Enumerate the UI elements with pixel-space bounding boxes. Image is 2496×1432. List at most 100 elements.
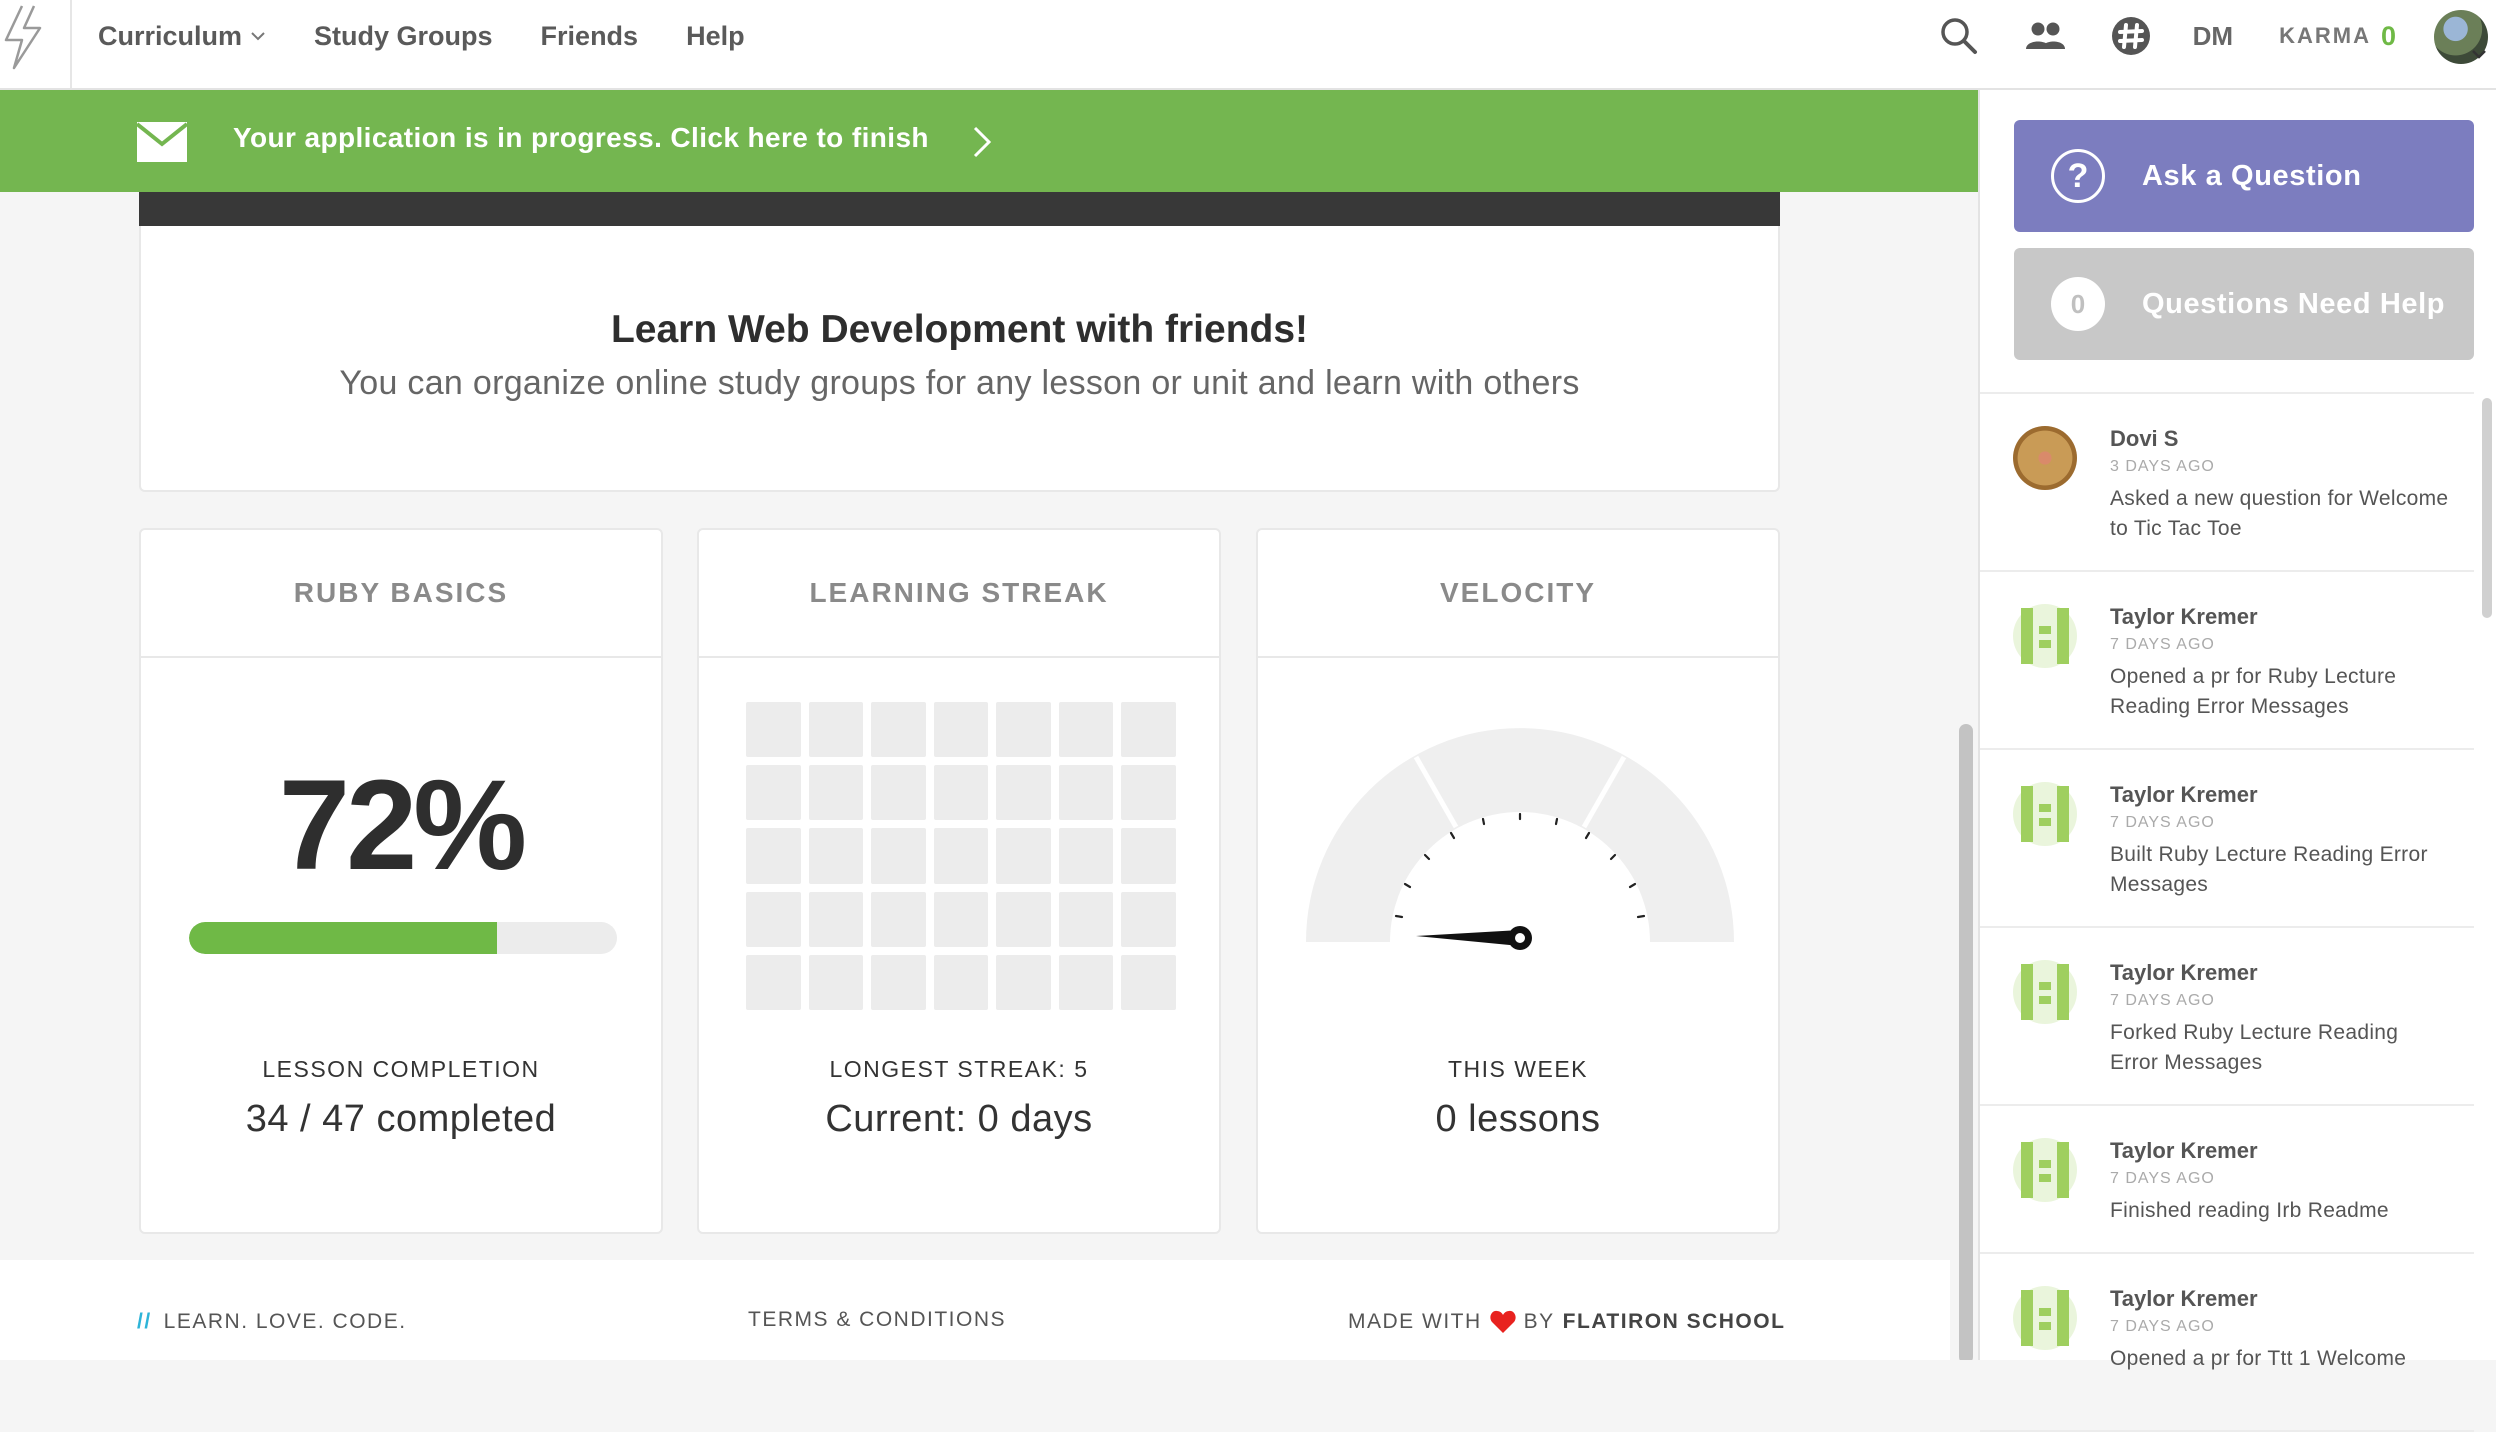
slack-button[interactable] [2109,16,2153,56]
streak-day-cell [996,828,1051,884]
streak-day-cell [746,828,801,884]
velocity-card: VELOCITY THIS WEEK 0 lessons [1256,528,1780,1234]
slashes-icon: // [137,1310,152,1333]
feed-user-name[interactable]: Taylor Kremer [2110,1138,2258,1164]
streak-day-cell [996,702,1051,758]
feed-user-name[interactable]: Taylor Kremer [2110,960,2258,986]
sidebar-scrollbar[interactable] [2478,398,2496,618]
help-count-badge: 0 [2051,277,2105,331]
ask-question-button[interactable]: ? Ask a Question [2014,120,2474,232]
feed-time: 7 DAYS AGO [2110,814,2215,831]
card-title: RUBY BASICS [141,530,661,658]
nav-help[interactable]: Help [686,21,745,52]
dm-button[interactable]: DM [2193,21,2233,52]
main-content: Learn Web Development with friends! You … [0,192,1978,1360]
header-strip [139,192,1780,226]
streak-day-cell [1121,702,1176,758]
user-menu[interactable] [2426,0,2496,72]
streak-day-cell [996,765,1051,821]
identicon-icon [2021,786,2069,842]
people-icon [2025,22,2065,49]
lightning-logo-icon [4,5,42,70]
feed-text: Opened a pr for Ruby Lecture Reading Err… [2110,665,2397,718]
nav-help-label: Help [686,20,745,51]
feed-user-name[interactable]: Taylor Kremer [2110,1286,2258,1312]
streak-day-cell [933,765,989,821]
karma-display[interactable]: KARMA 0 [2279,21,2396,52]
feed-text: Built Ruby Lecture Reading Error Message… [2110,843,2428,896]
card-value: 34 / 47 completed [245,1098,557,1140]
streak-day-cell [1058,765,1114,821]
feed-user-name[interactable]: Taylor Kremer [2110,782,2258,808]
feed-item[interactable]: Taylor Kremer 7 DAYS AGO Built Ruby Lect… [1980,750,2474,928]
streak-day-cell [933,954,989,1010]
mail-icon [137,122,187,162]
streak-day-cell [1058,891,1114,947]
friends-button[interactable] [2023,21,2067,51]
search-button[interactable] [1937,16,1981,56]
intro-title: Learn Web Development with friends! [610,308,1309,351]
footer-slogan: // LEARN. LOVE. CODE. [137,1310,407,1334]
heart-icon [1490,1310,1516,1333]
top-navbar: Curriculum Study Groups Friends Help DM … [0,0,2496,90]
identicon-avatar[interactable] [2013,604,2077,668]
streak-day-cell [871,702,926,758]
streak-day-cell [996,891,1051,947]
card-title: LEARNING STREAK [699,530,1219,658]
feed-item[interactable]: Taylor Kremer 7 DAYS AGO Opened a pr for… [1980,572,2474,750]
application-banner[interactable]: Your application is in progress. Click h… [0,90,1978,192]
feed-text: Finished reading Irb Readme [2110,1199,2389,1222]
feed-item[interactable]: Taylor Kremer 7 DAYS AGO Finished readin… [1980,1106,2474,1254]
streak-day-cell [871,891,926,947]
card-value: Current: 0 days [825,1098,1093,1140]
nav-study-groups-label: Study Groups [314,20,493,51]
streak-day-cell [1058,954,1114,1010]
streak-day-cell [996,954,1051,1010]
by-text: BY [1523,1310,1555,1333]
card-label: LONGEST STREAK: 5 [829,1056,1089,1082]
made-with-credit: MADE WITH BY FLATIRON SCHOOL [1348,1310,1785,1334]
feed-time: 7 DAYS AGO [2110,992,2215,1009]
karma-value: 0 [2380,20,2396,51]
slogan-text: LEARN. LOVE. CODE. [163,1310,407,1333]
company-name[interactable]: FLATIRON SCHOOL [1563,1310,1786,1334]
nav-friends[interactable]: Friends [541,21,639,52]
nav-friends-label: Friends [540,20,639,51]
avatar[interactable] [2013,426,2077,490]
identicon-avatar[interactable] [2013,1286,2077,1350]
feed-item[interactable]: Dovi S 3 DAYS AGO Asked a new question f… [1980,394,2474,572]
card-value: 0 lessons [1435,1098,1601,1140]
feed-item[interactable]: Taylor Kremer 7 DAYS AGO Forked Ruby Lec… [1980,928,2474,1106]
flatiron-logo[interactable] [0,0,72,88]
identicon-avatar[interactable] [2013,1138,2077,1202]
nav-study-groups[interactable]: Study Groups [314,21,493,52]
streak-day-cell [871,765,926,821]
feed-user-name[interactable]: Dovi S [2110,426,2178,452]
question-icon: ? [2051,149,2105,203]
streak-day-cell [871,954,926,1010]
streak-day-cell [746,891,801,947]
main-scrollbar[interactable] [1956,192,1978,1360]
questions-need-help-button[interactable]: 0 Questions Need Help [2014,248,2474,360]
scrollbar-thumb[interactable] [1959,724,1973,1360]
feed-time: 7 DAYS AGO [2110,636,2215,653]
feed-user-name[interactable]: Taylor Kremer [2110,604,2258,630]
streak-day-cell [1121,954,1176,1010]
streak-day-cell [746,954,801,1010]
streak-day-cell [808,828,864,884]
card-label: LESSON COMPLETION [262,1056,540,1082]
terms-link[interactable]: TERMS & CONDITIONS [748,1308,1006,1332]
streak-day-cell [808,765,864,821]
streak-day-cell [808,702,864,758]
made-with-text: MADE WITH [1348,1310,1482,1333]
identicon-avatar[interactable] [2013,960,2077,1024]
chevron-down-icon [251,32,265,41]
identicon-avatar[interactable] [2013,782,2077,846]
streak-day-cell [1121,765,1176,821]
learning-streak-card: LEARNING STREAK LONGEST STREAK: 5 Curren… [697,528,1221,1234]
scrollbar-thumb[interactable] [2482,398,2492,618]
feed-item[interactable]: Taylor Kremer 7 DAYS AGO Opened a pr for… [1980,1254,2474,1432]
nav-curriculum[interactable]: Curriculum [98,21,266,52]
card-title: VELOCITY [1258,530,1778,658]
feed-text: Opened a pr for Ttt 1 Welcome [2110,1347,2407,1370]
